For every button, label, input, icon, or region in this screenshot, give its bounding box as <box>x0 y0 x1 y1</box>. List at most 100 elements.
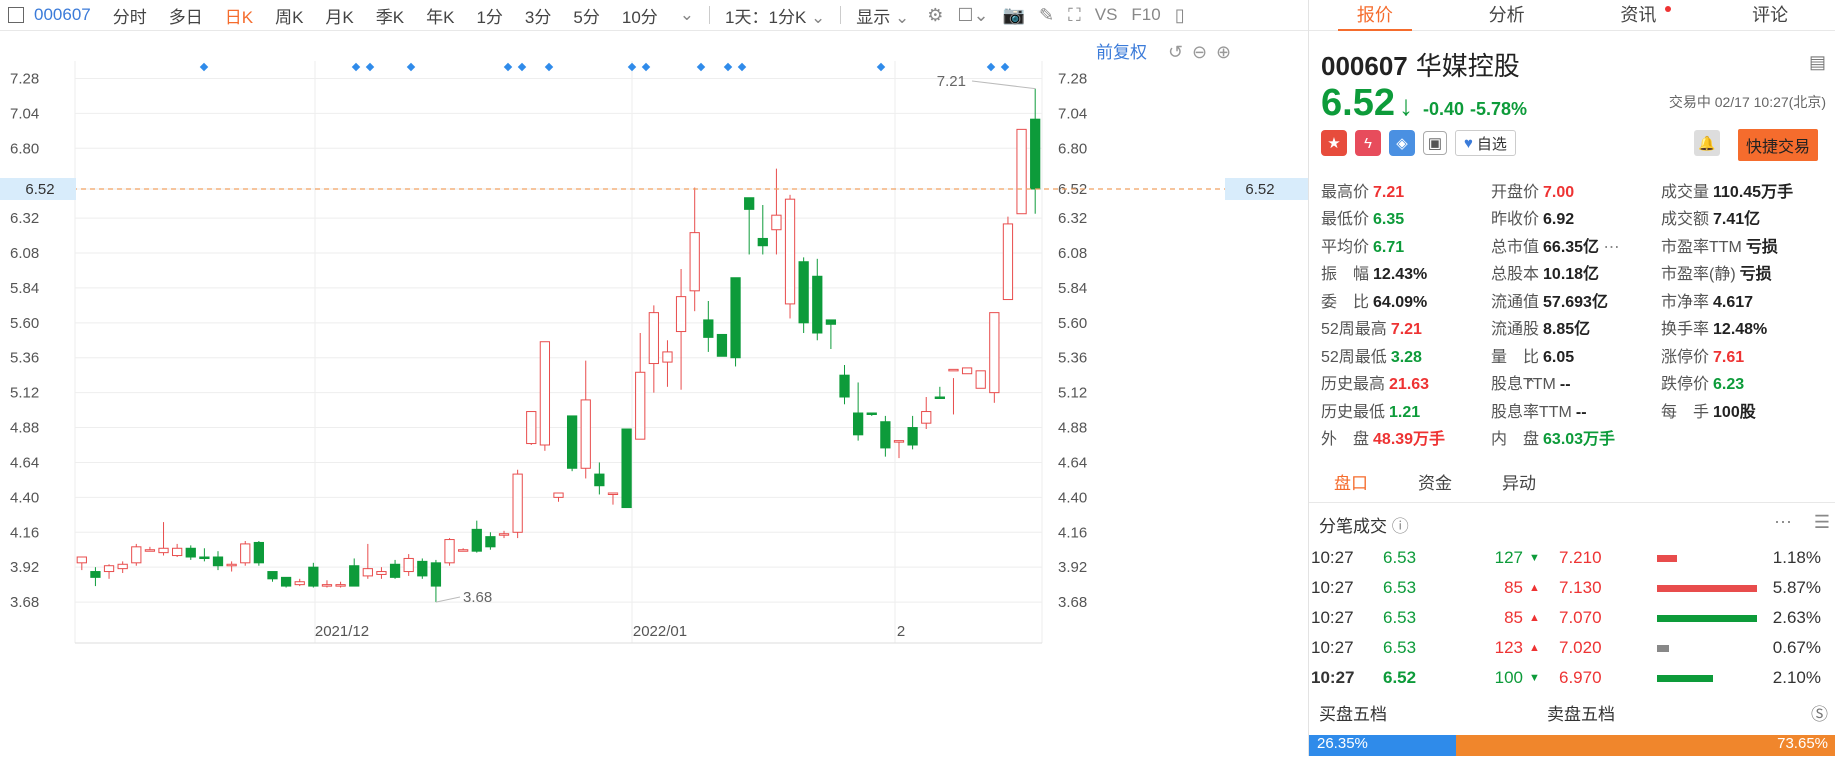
y-axis-left-tick: 4.40 <box>10 489 39 506</box>
stat-cell: 开盘价 7.00 <box>1491 178 1661 202</box>
checkbox-square-icon[interactable]: ☐⌄ <box>950 5 995 26</box>
candle-body <box>839 374 850 398</box>
expand-chevron-icon[interactable]: ⌃ <box>1525 376 1537 393</box>
candle-body <box>117 563 128 570</box>
tab-news-label: 资讯 <box>1620 5 1657 25</box>
period-tab-quarterly[interactable]: 季K <box>365 3 415 28</box>
restore-rights-button[interactable]: 前复权 <box>1096 43 1147 62</box>
panel-toggle-icon[interactable] <box>8 7 24 23</box>
subtab-orderbook[interactable]: 盘口 <box>1309 466 1393 502</box>
subtab-anomaly[interactable]: 异动 <box>1477 466 1561 502</box>
side-panel-icon[interactable]: ▯ <box>1168 5 1192 26</box>
tag-icon: ◈ <box>1389 130 1415 156</box>
period-tab-monthly[interactable]: 月K <box>314 3 364 28</box>
tick-volume: 100 <box>1494 668 1523 687</box>
tab-analysis[interactable]: 分析 <box>1441 0 1573 30</box>
info-icon[interactable]: ⓘ <box>1392 517 1409 536</box>
stat-cell: 涨停价 7.61 <box>1661 343 1831 367</box>
candle-body <box>539 341 551 446</box>
stock-code-label[interactable]: 000607 <box>30 5 102 25</box>
y-axis-left-tick: 5.84 <box>10 280 39 297</box>
stat-label: 跌停价 <box>1661 376 1710 394</box>
period-select[interactable]: 1天：1分K ⌄ <box>714 3 836 28</box>
period-tab-daily[interactable]: 日K <box>214 3 264 28</box>
tick-time: 10:27 <box>1311 608 1354 627</box>
event-marker <box>365 62 375 72</box>
stat-cell: 总股本 10.18亿 <box>1491 260 1661 284</box>
tick-time: 10:27 <box>1311 668 1355 687</box>
period-tab-weekly[interactable]: 周K <box>264 3 314 28</box>
down-triangle-icon: ▼ <box>1529 552 1540 564</box>
period-tab-1min[interactable]: 1分 <box>465 3 513 28</box>
stat-label: 历史最高 <box>1321 376 1386 394</box>
tick-row: 10:27 6.53 85 ▲ <box>1309 603 1559 633</box>
draw-pencil-icon[interactable]: ✎ <box>1032 5 1061 26</box>
candle-body <box>553 492 564 498</box>
kline-chart-svg[interactable]: 7.28 7.04 6.80 6.52 6.32 6.08 5.84 5.60 5.36 5.12… <box>0 31 1308 756</box>
bell-alert-icon[interactable]: 🔔 <box>1694 130 1720 156</box>
fullscreen-icon[interactable]: ⛶ <box>1061 5 1088 26</box>
tab-quote[interactable]: 报价 <box>1309 0 1441 31</box>
depth-row: 6.970 2.10% <box>1559 663 1829 693</box>
camera-icon[interactable]: 📷 <box>996 5 1032 26</box>
candle-body <box>240 543 251 564</box>
kline-chart[interactable]: 7.28 7.04 6.80 6.52 6.32 6.08 5.84 5.60 5.36 5.12… <box>0 31 1308 756</box>
depth-percent: 5.87% <box>1772 578 1821 597</box>
sell-five-label: 卖盘五档 <box>1547 705 1615 724</box>
stat-cell <box>1661 428 1831 446</box>
candle-body <box>90 571 101 578</box>
undo-icon[interactable]: ↺ <box>1168 42 1183 62</box>
stat-value: 7.21 <box>1373 183 1405 201</box>
stat-cell: 平均价 6.71 <box>1321 233 1491 257</box>
period-tab-multiday[interactable]: 多日 <box>158 3 214 28</box>
stat-cell: 跌停价 6.23 <box>1661 370 1831 394</box>
more-options-icon[interactable]: ⋯ <box>1774 512 1792 533</box>
candle-body <box>267 571 278 580</box>
f10-button[interactable]: F10 <box>1124 5 1167 25</box>
candle-body <box>866 412 877 415</box>
event-marker <box>351 62 361 72</box>
panel-menu-icon[interactable]: ▤ <box>1809 52 1826 73</box>
period-tab-minute[interactable]: 分时 <box>102 3 158 28</box>
subtab-capital[interactable]: 资金 <box>1393 466 1477 502</box>
stat-value: 48.39万手 <box>1373 431 1446 449</box>
compare-vs-icon[interactable]: VS <box>1088 5 1125 25</box>
add-watchlist-button[interactable]: ♥ 自选 <box>1455 130 1516 156</box>
zoom-in-icon[interactable]: ⊕ <box>1216 42 1231 62</box>
period-tab-3min[interactable]: 3分 <box>514 3 562 28</box>
stat-cell: 最低价 6.35 <box>1321 205 1491 229</box>
list-view-icon[interactable]: ☰ <box>1814 512 1830 533</box>
tab-news[interactable]: 资讯 <box>1573 0 1705 30</box>
quote-stats-grid: 最高价 7.21 开盘价 7.00 成交量 110.45万手 最低价 6.35 昨收价 6.92 成… <box>1321 176 1831 451</box>
tab-comments[interactable]: 评论 <box>1704 0 1835 30</box>
stat-value: 7.00 <box>1543 183 1575 201</box>
tick-price: 6.53 <box>1383 548 1417 567</box>
period-tab-yearly[interactable]: 年K <box>415 3 465 28</box>
stat-label: 成交量 <box>1661 183 1710 201</box>
tick-price: 6.52 <box>1383 668 1417 687</box>
more-periods-dropdown[interactable]: ⌄ <box>669 5 705 25</box>
zoom-out-icon[interactable]: ⊖ <box>1192 42 1207 62</box>
period-tab-10min[interactable]: 10分 <box>611 3 669 28</box>
stat-label: 量 比 <box>1491 348 1540 366</box>
y-axis-right-tick: 3.92 <box>1058 559 1087 576</box>
stat-label: 委 比 <box>1321 293 1370 311</box>
quick-trade-button[interactable]: 快捷交易 <box>1738 129 1819 161</box>
y-axis-left-tick: 5.12 <box>10 385 39 402</box>
heart-icon: ♥ <box>1464 134 1473 152</box>
y-axis-left-tick: 6.32 <box>10 210 39 227</box>
settings-gear-icon[interactable]: ⚙ <box>920 5 950 26</box>
more-icon[interactable]: ⋯ <box>1599 239 1620 256</box>
five-level-toggle-icon[interactable]: Ⓢ <box>1811 700 1828 725</box>
stat-value: 110.45万手 <box>1713 183 1794 201</box>
display-menu[interactable]: 显示 ⌄ <box>845 3 920 28</box>
bookmark-icon[interactable]: ▣ <box>1423 131 1447 155</box>
period-tab-5min[interactable]: 5分 <box>562 3 610 28</box>
y-axis-right-tick: 6.80 <box>1058 140 1087 157</box>
candle-body <box>675 296 687 333</box>
depth-percent: 2.10% <box>1772 668 1821 687</box>
watchlist-label: 自选 <box>1476 135 1507 153</box>
stat-value: 7.61 <box>1713 348 1745 366</box>
tick-list: 10:27 6.53 127 ▼ 10:27 6.53 85 ▲ 10:27 6.53 85 ▲ 10:… <box>1309 543 1559 693</box>
tick-section-title: 分笔成交 ⓘ <box>1319 512 1409 537</box>
